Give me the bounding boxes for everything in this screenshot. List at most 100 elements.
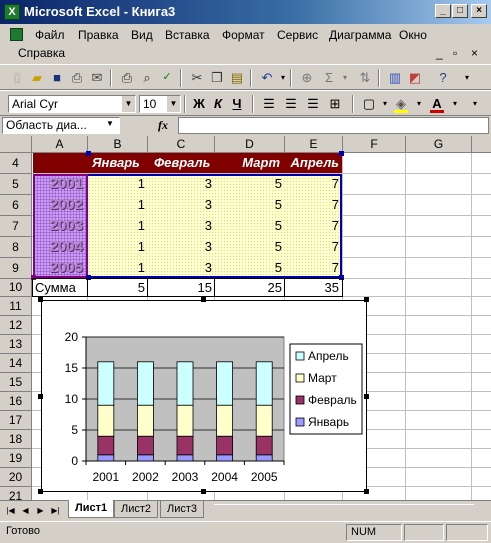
column-header-d[interactable]: D <box>215 136 285 153</box>
row-header-21[interactable]: 21 <box>0 487 32 500</box>
value-cell[interactable]: 5 <box>215 216 285 236</box>
formula-input[interactable] <box>178 117 489 134</box>
chart-wizard-icon[interactable]: ▥ <box>386 69 404 86</box>
font-size-combo[interactable]: 10 ▼ <box>139 95 181 113</box>
column-header-next[interactable] <box>472 136 491 153</box>
header-cell-march[interactable]: Март <box>215 153 283 173</box>
range-handle[interactable] <box>339 151 344 156</box>
minimize-button[interactable]: _ <box>435 4 451 18</box>
year-cell[interactable]: 2001 <box>33 174 87 194</box>
align-right-icon[interactable]: ☰ <box>304 95 322 112</box>
menu-edit[interactable]: Правка <box>78 28 119 42</box>
value-cell[interactable]: 5 <box>215 195 285 215</box>
save-icon[interactable]: ■ <box>48 69 66 86</box>
name-box-dropdown-icon[interactable]: ▼ <box>106 119 114 128</box>
year-cell[interactable]: 2002 <box>33 195 87 215</box>
chart-resize-handle[interactable] <box>364 489 369 494</box>
column-header-a[interactable]: A <box>32 136 88 153</box>
value-cell[interactable]: 7 <box>285 174 342 194</box>
row-header-5[interactable]: 5 <box>0 174 32 195</box>
menu-tools[interactable]: Сервис <box>277 28 318 42</box>
column-header-b[interactable]: B <box>88 136 148 153</box>
excel-app-icon[interactable]: X <box>4 4 20 20</box>
last-sheet-icon[interactable]: ▶| <box>49 504 62 517</box>
value-cell[interactable]: 1 <box>88 195 148 215</box>
name-box[interactable]: Область диа... <box>2 117 120 134</box>
sum-cell[interactable]: 5 <box>88 278 148 298</box>
sheet-tab-2[interactable]: Лист2 <box>114 501 159 518</box>
value-cell[interactable]: 5 <box>215 237 285 257</box>
chart-resize-handle[interactable] <box>364 394 369 399</box>
sum-cell[interactable]: 15 <box>148 278 215 298</box>
value-cell[interactable]: 1 <box>88 237 148 257</box>
row-header-15[interactable]: 15 <box>0 373 32 392</box>
row-header-8[interactable]: 8 <box>0 237 32 258</box>
print-icon[interactable]: ⎙ <box>118 69 136 86</box>
chart-resize-handle[interactable] <box>201 489 206 494</box>
next-sheet-icon[interactable]: ▶ <box>34 504 47 517</box>
range-handle[interactable] <box>86 151 91 156</box>
font-color-dropdown-icon[interactable]: ▾ <box>446 95 464 112</box>
merge-center-icon[interactable]: ⊞ <box>326 95 344 112</box>
align-center-icon[interactable]: ☰ <box>282 95 300 112</box>
drawing-icon[interactable]: ◩ <box>406 69 424 86</box>
menu-view[interactable]: Вид <box>131 28 153 42</box>
prev-sheet-icon[interactable]: ◀ <box>19 504 32 517</box>
spelling-icon[interactable]: ✓ <box>158 69 176 86</box>
doc-close-button[interactable]: × <box>471 46 478 60</box>
row-header-12[interactable]: 12 <box>0 316 32 335</box>
autosum-dropdown-icon[interactable]: ▾ <box>336 69 354 86</box>
value-cell[interactable]: 7 <box>285 195 342 215</box>
sheet-tab-3[interactable]: Лист3 <box>160 501 205 518</box>
row-header-20[interactable]: 20 <box>0 468 32 487</box>
italic-icon[interactable]: К <box>209 95 227 112</box>
font-name-combo[interactable]: Arial Cyr ▼ <box>8 95 136 113</box>
value-cell[interactable]: 1 <box>88 258 148 278</box>
help-icon[interactable]: ? <box>434 69 452 86</box>
column-header-c[interactable]: C <box>148 136 215 153</box>
email-icon[interactable]: ✉ <box>88 69 106 86</box>
value-cell[interactable]: 3 <box>148 216 215 236</box>
value-cell[interactable]: 3 <box>148 237 215 257</box>
value-cell[interactable]: 1 <box>88 174 148 194</box>
select-all-corner[interactable] <box>0 136 32 153</box>
row-header-19[interactable]: 19 <box>0 449 32 468</box>
align-left-icon[interactable]: ☰ <box>260 95 278 112</box>
bold-icon[interactable]: Ж <box>190 95 208 112</box>
chevron-down-icon[interactable]: ▼ <box>166 96 180 112</box>
toolbar-options-icon[interactable]: ▾ <box>466 95 484 112</box>
value-cell[interactable]: 7 <box>285 258 342 278</box>
value-cell[interactable]: 3 <box>148 258 215 278</box>
paste-icon[interactable]: ▤ <box>228 69 246 86</box>
chart-resize-handle[interactable] <box>38 297 43 302</box>
cut-icon[interactable]: ✂ <box>188 69 206 86</box>
value-cell[interactable]: 3 <box>148 174 215 194</box>
menu-window[interactable]: Окно <box>399 28 427 42</box>
insert-function-button[interactable]: fx <box>158 118 168 133</box>
row-header-17[interactable]: 17 <box>0 411 32 430</box>
fill-color-dropdown-icon[interactable]: ▾ <box>410 95 428 112</box>
value-cell[interactable]: 3 <box>148 195 215 215</box>
column-header-f[interactable]: F <box>343 136 406 153</box>
menu-insert[interactable]: Вставка <box>165 28 210 42</box>
chart-resize-handle[interactable] <box>364 297 369 302</box>
row-header-9[interactable]: 9 <box>0 258 32 279</box>
year-cell[interactable]: 2005 <box>33 258 87 278</box>
header-cell-february[interactable]: Февраль <box>154 153 214 173</box>
value-cell[interactable]: 7 <box>285 237 342 257</box>
value-cell[interactable]: 7 <box>285 216 342 236</box>
doc-minimize-button[interactable]: _ <box>436 46 443 60</box>
close-button[interactable]: × <box>471 4 487 18</box>
workbook-icon[interactable] <box>10 28 23 41</box>
sum-cell[interactable]: 35 <box>285 278 342 298</box>
chart-object[interactable]: 0 5 10 15 20 2001 2002 2003 2004 2005 Апрель Март Фе… <box>41 300 367 492</box>
column-header-e[interactable]: E <box>285 136 343 153</box>
row-header-16[interactable]: 16 <box>0 392 32 411</box>
chart-resize-handle[interactable] <box>38 489 43 494</box>
doc-restore-button[interactable]: ▫ <box>453 46 457 60</box>
toolbar-options-icon[interactable]: ▾ <box>458 69 476 86</box>
new-icon[interactable]: ▯ <box>8 69 26 86</box>
year-cell[interactable]: 2003 <box>33 216 87 236</box>
open-icon[interactable]: ▰ <box>28 69 46 86</box>
sheet-tab-1[interactable]: Лист1 <box>68 500 115 518</box>
